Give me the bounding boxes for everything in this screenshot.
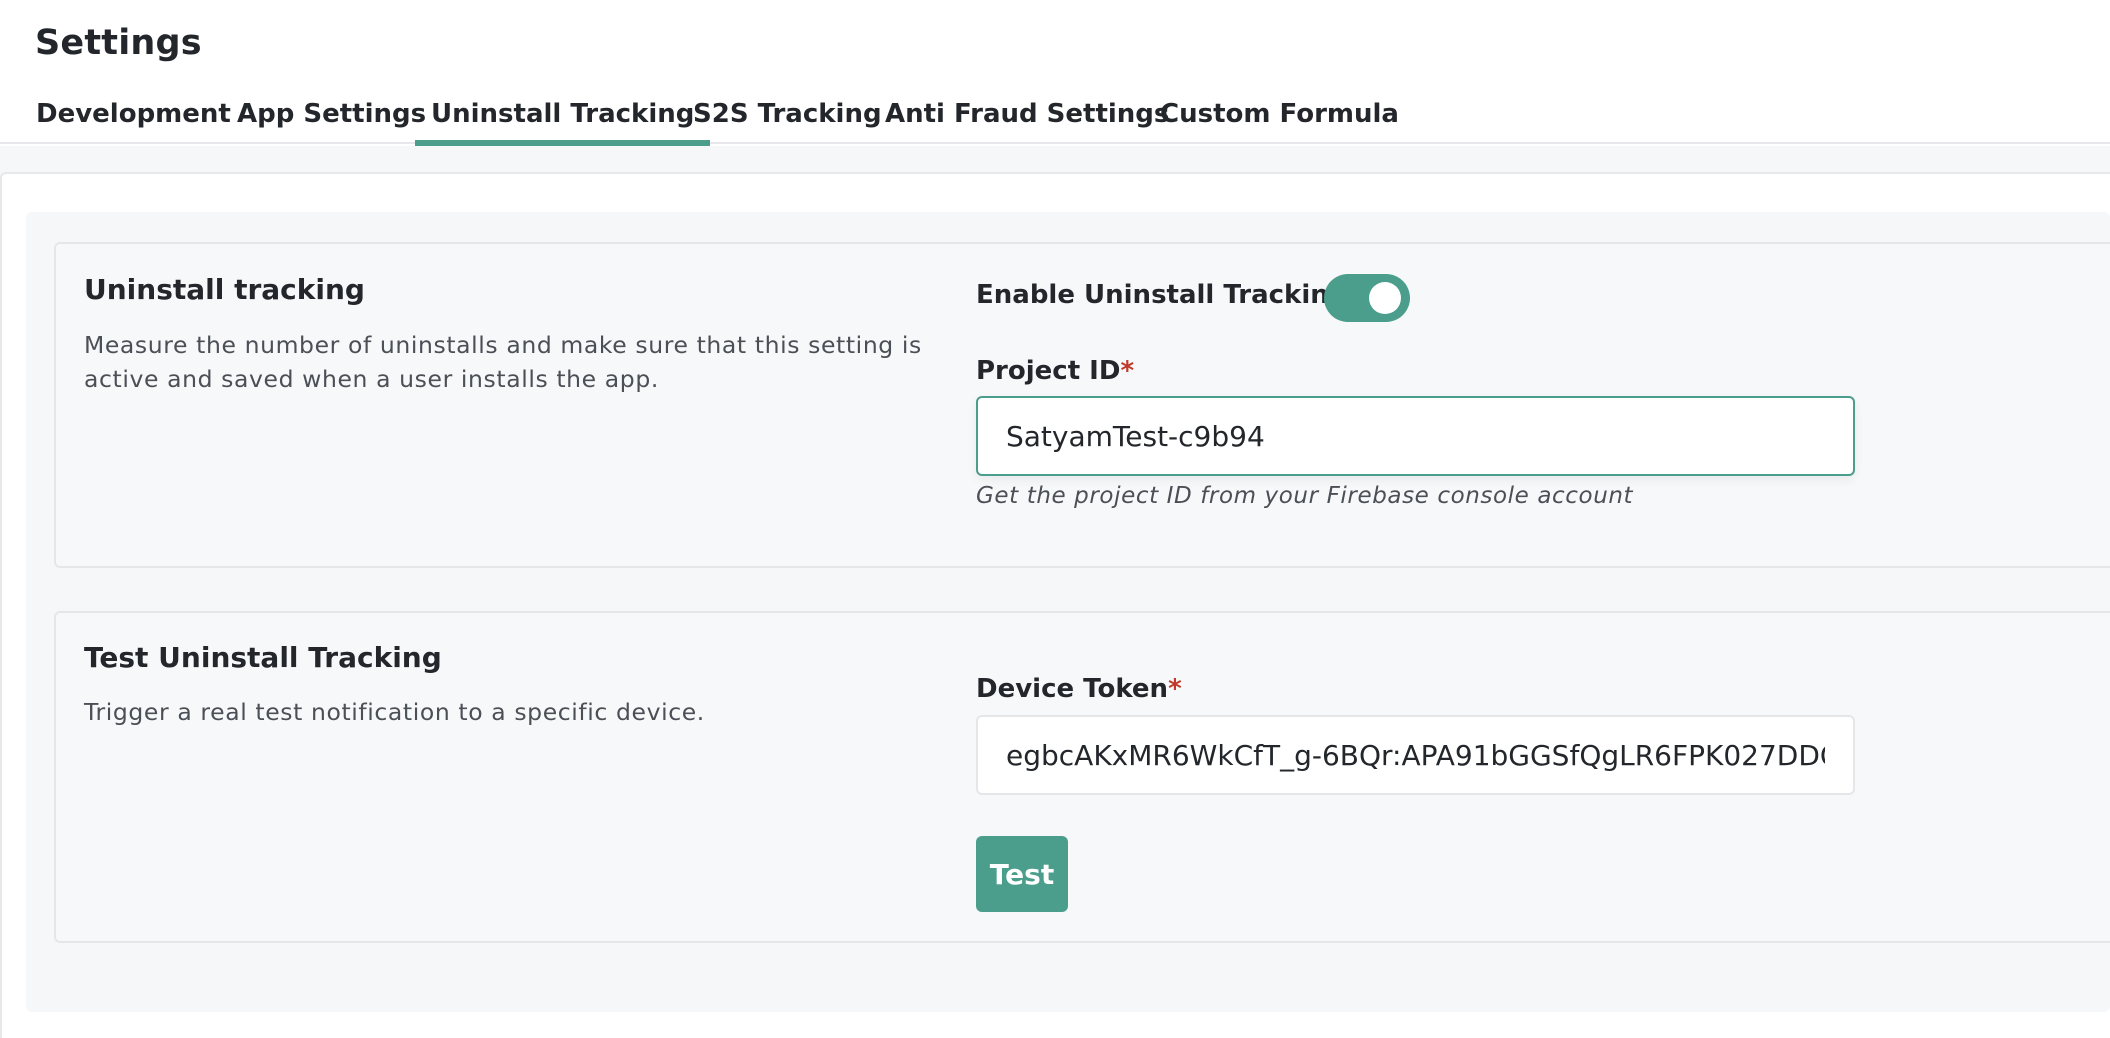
project-id-label-text: Project ID	[976, 356, 1121, 386]
settings-page: Settings Development App Settings Uninst…	[0, 0, 2110, 1038]
enable-uninstall-tracking-label: Enable Uninstall Tracking	[976, 280, 1348, 310]
project-id-input[interactable]	[976, 396, 1855, 476]
project-id-label: Project ID*	[976, 354, 1134, 388]
uninstall-tracking-card: Uninstall tracking Measure the number of…	[54, 242, 2110, 568]
tab-development[interactable]: Development	[36, 94, 231, 144]
toggle-knob	[1369, 282, 1401, 314]
test-button[interactable]: Test	[976, 836, 1068, 912]
tab-app-settings[interactable]: App Settings	[237, 94, 426, 144]
tab-uninstall-tracking[interactable]: Uninstall Tracking	[414, 94, 711, 146]
uninstall-tracking-description: Measure the number of uninstalls and mak…	[84, 331, 922, 393]
required-asterisk: *	[1168, 674, 1182, 704]
page-title: Settings	[35, 23, 202, 63]
tab-s2s-tracking[interactable]: S2S Tracking	[693, 94, 882, 144]
test-uninstall-tracking-card: Test Uninstall Tracking Trigger a real t…	[54, 611, 2110, 943]
device-token-input[interactable]	[976, 715, 1855, 795]
enable-uninstall-tracking-toggle[interactable]	[1324, 274, 1410, 322]
settings-tabs: Development App Settings Uninstall Track…	[0, 94, 2110, 146]
test-uninstall-tracking-description: Trigger a real test notification to a sp…	[84, 698, 705, 726]
required-asterisk: *	[1120, 356, 1135, 386]
tab-anti-fraud-settings[interactable]: Anti Fraud Settings	[885, 94, 1169, 144]
uninstall-tracking-title: Uninstall tracking	[84, 273, 365, 306]
device-token-label: Device Token*	[976, 672, 1182, 706]
tab-custom-formula[interactable]: Custom Formula	[1160, 94, 1399, 144]
test-uninstall-tracking-title: Test Uninstall Tracking	[84, 641, 442, 674]
device-token-label-text: Device Token	[976, 674, 1169, 704]
project-id-help-text: Get the project ID from your Firebase co…	[976, 483, 1634, 509]
